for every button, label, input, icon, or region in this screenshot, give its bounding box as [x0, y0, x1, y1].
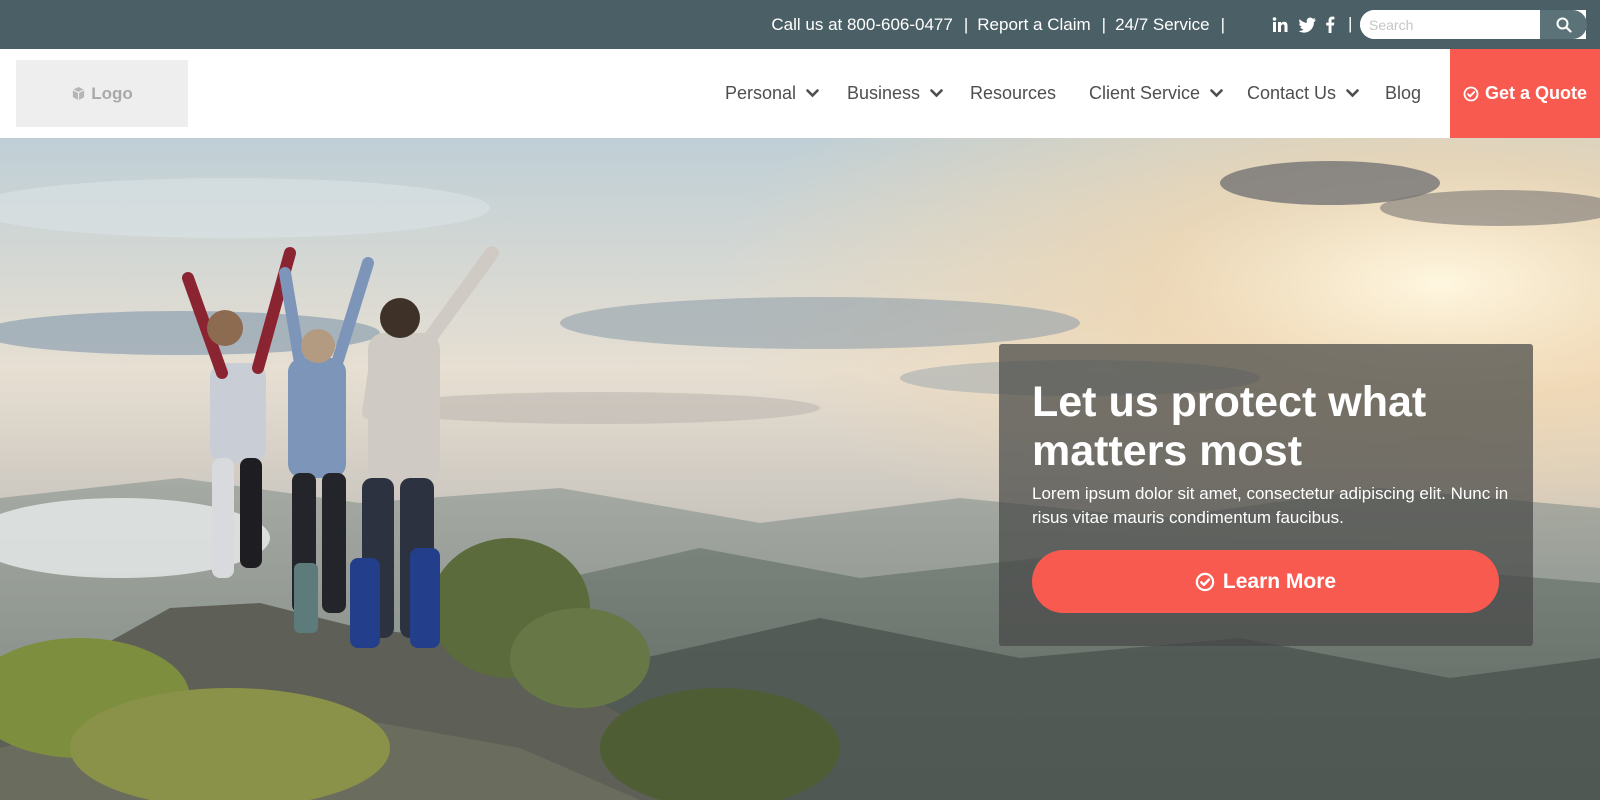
nav-label: Resources: [970, 83, 1057, 103]
search-button[interactable]: [1540, 10, 1587, 39]
logo[interactable]: Logo: [16, 60, 188, 127]
nav-label: Client Service: [1089, 83, 1201, 103]
service-link[interactable]: 24/7 Service: [1115, 15, 1210, 35]
nav-item-blog[interactable]: Blog: [1385, 49, 1421, 138]
nav-label: Contact Us: [1247, 83, 1337, 103]
check-circle-icon: [1463, 86, 1479, 101]
search-icon: [1556, 17, 1572, 33]
check-circle-icon: [1195, 572, 1215, 591]
logo-label: Logo: [91, 83, 133, 103]
facebook-icon[interactable]: [1325, 16, 1335, 33]
chevron-down-icon: [1346, 89, 1359, 98]
separator: |: [1101, 14, 1107, 34]
learn-more-button[interactable]: Learn More: [1032, 550, 1499, 613]
top-utility-bar: Call us at 800-606-0477 | Report a Claim…: [0, 0, 1600, 49]
nav-label: Personal: [725, 83, 797, 103]
nav-item-resources[interactable]: Resources: [970, 49, 1056, 138]
chevron-down-icon: [1210, 89, 1223, 98]
report-claim-link[interactable]: Report a Claim: [977, 15, 1090, 35]
phone-link[interactable]: Call us at 800-606-0477: [771, 15, 952, 35]
linkedin-icon[interactable]: [1272, 16, 1289, 33]
get-a-quote-button[interactable]: Get a Quote: [1450, 49, 1600, 138]
separator: |: [1348, 14, 1353, 33]
nav-item-client-service[interactable]: Client Service: [1089, 49, 1223, 138]
nav-item-business[interactable]: Business: [847, 49, 943, 138]
cube-icon: [72, 86, 85, 101]
chevron-down-icon: [806, 89, 819, 98]
hero-card: Let us protect what matters most Lorem i…: [999, 344, 1533, 646]
nav-label: Blog: [1385, 83, 1422, 103]
learn-more-label: Learn More: [1222, 569, 1337, 593]
separator: |: [963, 14, 969, 34]
main-header: Logo Personal Business Resources Client …: [0, 49, 1600, 138]
utility-links: Call us at 800-606-0477 | Report a Claim…: [771, 0, 1234, 49]
nav-item-contact-us[interactable]: Contact Us: [1247, 49, 1359, 138]
hero-title: Let us protect what matters most: [1032, 378, 1427, 475]
chevron-down-icon: [930, 89, 943, 98]
nav-item-personal[interactable]: Personal: [725, 49, 819, 138]
cta-label: Get a Quote: [1484, 83, 1587, 103]
twitter-icon[interactable]: [1298, 17, 1316, 33]
social-links: [1272, 0, 1335, 49]
hero-text: Lorem ipsum dolor sit amet, consectetur …: [1032, 484, 1509, 527]
hero-section: Let us protect what matters most Lorem i…: [0, 138, 1600, 800]
separator: |: [1220, 14, 1225, 34]
nav-label: Business: [847, 83, 921, 103]
search-input[interactable]: [1360, 10, 1540, 39]
